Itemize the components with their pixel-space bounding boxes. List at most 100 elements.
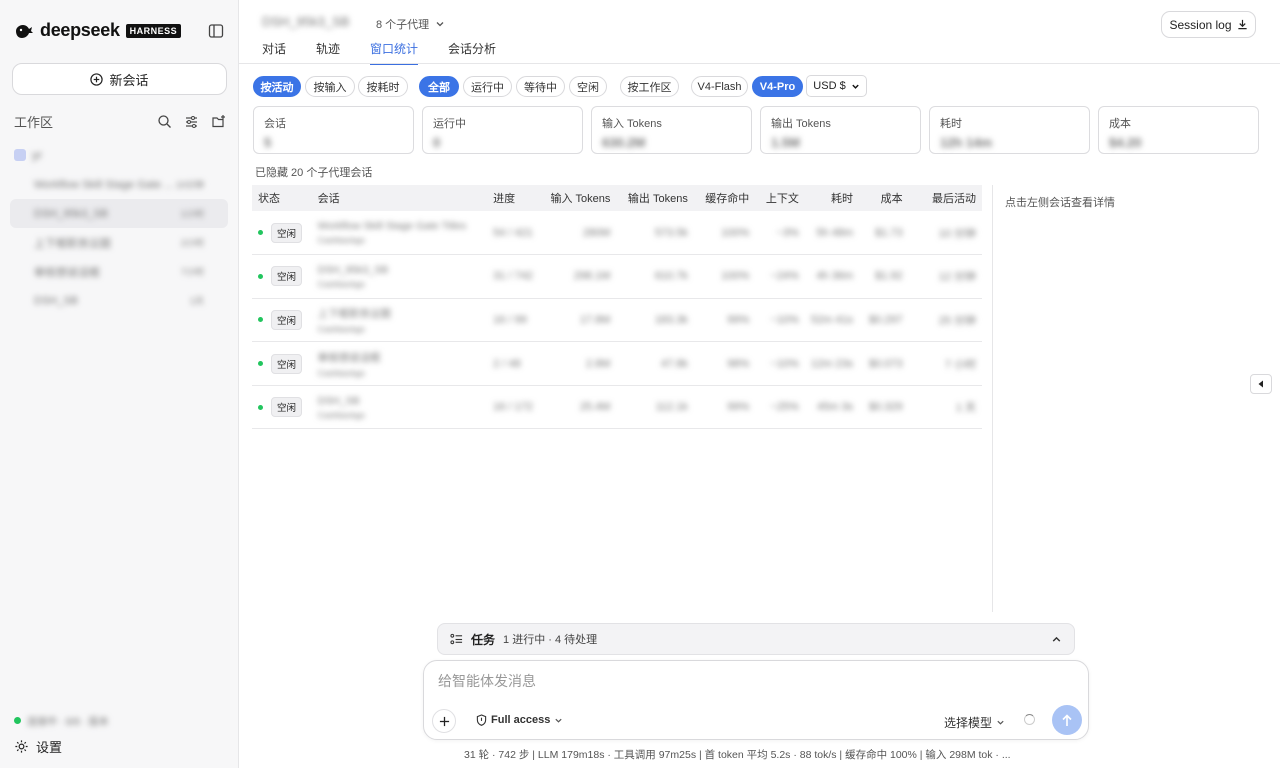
new-chat-button[interactable]: 新会话 [12, 63, 227, 95]
header-divider [239, 63, 1280, 64]
group-by-workspace-button[interactable]: 按工作区 [620, 76, 679, 97]
session-item[interactable]: 上下框职务议题 2小时 [10, 228, 228, 257]
chevron-down-icon [436, 22, 444, 27]
table-row[interactable]: 空闲 审核想说话框 Cashbackgo 2 / 48 2.8M 47.8k 98… [252, 342, 982, 386]
tab-session-analysis[interactable]: 会话分析 [448, 40, 496, 65]
sidebar-toggle-icon[interactable] [208, 23, 224, 39]
sort-by-activity-button[interactable]: 按活动 [253, 76, 301, 97]
tab-chat[interactable]: 对话 [262, 40, 286, 65]
col-cost[interactable]: 成本 [859, 185, 909, 211]
new-folder-icon[interactable] [211, 114, 226, 129]
tab-trace[interactable]: 轨迹 [316, 40, 340, 65]
filter-all-button[interactable]: 全部 [419, 76, 459, 97]
session-item[interactable]: DSH_SB 1天 [10, 286, 228, 315]
cost-cell: $1.92 [875, 270, 903, 283]
stat-card-duration: 耗时 12h 14m [929, 106, 1090, 154]
table-row[interactable]: 空闲 上下框职务议题 Cashbackgo 16 / 99 17.8M 183.3… [252, 298, 982, 342]
col-context[interactable]: 上下文 [755, 185, 805, 211]
card-value: $4.20 [1109, 135, 1142, 150]
filter-running-button[interactable]: 运行中 [463, 76, 512, 97]
session-item[interactable]: 审核想说话框 7小时 [10, 257, 228, 286]
currency-select[interactable]: USD $ [806, 75, 867, 97]
session-time: 10分钟 [175, 180, 204, 190]
session-workspace: Cashbackgo [317, 323, 365, 334]
duration-cell: 52m 41s [810, 313, 854, 326]
session-item[interactable]: DSH_95k3_SB 1小时 [10, 199, 228, 228]
model-select-dropdown[interactable]: 选择模型 [944, 714, 1005, 731]
col-progress[interactable]: 进度 [487, 185, 539, 211]
filter-waiting-button[interactable]: 等待中 [516, 76, 565, 97]
session-stats-footer: 31 轮 · 742 步 | LLM 179m18s · 工具调用 97m25s… [464, 749, 1011, 761]
model-v4-flash-button[interactable]: V4-Flash [691, 76, 748, 97]
search-icon[interactable] [157, 114, 172, 129]
session-item[interactable]: Workflow Skill Stage Gate ... 10分钟 [10, 170, 228, 199]
last-activity-cell: 10 分钟 [938, 227, 976, 240]
status-cell: 空闲 [252, 385, 312, 429]
col-status[interactable]: 状态 [252, 185, 312, 211]
status-dot [258, 404, 263, 410]
sort-by-input-button[interactable]: 按输入 [305, 76, 355, 97]
chevron-up-icon[interactable] [1051, 634, 1062, 645]
col-input-tokens[interactable]: 输入 Tokens [539, 185, 616, 211]
subagents-dropdown[interactable]: 8 个子代理 [376, 16, 445, 32]
output-tokens-cell: 610.7k [654, 270, 688, 283]
status-dot [258, 230, 263, 236]
card-label: 成本 [1109, 118, 1131, 130]
plus-circle-icon [90, 72, 104, 86]
sort-by-time-button[interactable]: 按耗时 [358, 76, 408, 97]
col-cache-hit[interactable]: 缓存命中 [694, 185, 755, 211]
settings-button[interactable]: 设置 [14, 737, 62, 756]
output-tokens-cell: 573.5k [654, 226, 688, 239]
status-badge: 空闲 [271, 309, 303, 330]
session-log-button[interactable]: Session log [1161, 11, 1256, 38]
session-workspace: Cashbackgo [317, 278, 365, 289]
filter-idle-button[interactable]: 空闲 [569, 76, 607, 97]
card-label: 耗时 [940, 118, 962, 130]
cost-cell: $0.073 [869, 357, 903, 370]
settings-label: 设置 [36, 740, 63, 755]
status-dot [258, 361, 263, 367]
table-row[interactable]: 空闲 DSH_SB Cashbackgo 16 / 172 25.4M 112.1… [252, 385, 982, 429]
session-cell: Workflow Skill Stage Gate Titles Cashback… [312, 211, 488, 255]
arrow-up-icon [1062, 713, 1072, 726]
caret-left-icon [1258, 380, 1263, 388]
status-dot [258, 273, 263, 279]
task-bar[interactable]: 任务 1 进行中 · 4 待处理 [437, 623, 1075, 655]
status-dot [14, 717, 21, 724]
table-row[interactable]: 空闲 Workflow Skill Stage Gate Titles Cashb… [252, 211, 982, 255]
access-mode-dropdown[interactable]: Full access [476, 714, 563, 726]
send-button[interactable] [1052, 705, 1082, 735]
cache-hit-cell: 99% [727, 313, 750, 326]
cost-cell: $0.297 [869, 313, 903, 326]
workspace-group[interactable]: yr [14, 146, 226, 164]
col-duration[interactable]: 耗时 [805, 185, 859, 211]
duration-cell: 12m 23s [810, 357, 854, 370]
context-cell: ~3% [776, 226, 799, 239]
table-row[interactable]: 空闲 DSH_95k3_SB Cashbackgo 31 / 742 298.1M… [252, 255, 982, 299]
group-name: yr [32, 148, 42, 162]
card-value: 0 [433, 135, 441, 150]
detail-divider [992, 185, 993, 612]
session-cell: 审核想说话框 Cashbackgo [312, 342, 488, 386]
last-activity-cell: 1 天 [955, 402, 976, 415]
filter-sliders-icon[interactable] [184, 114, 199, 129]
loading-spinner-icon [1024, 714, 1035, 725]
progress-cell: 54 / 421 [493, 226, 533, 239]
session-name: DSH_95k3_SB [34, 207, 108, 220]
col-session[interactable]: 会话 [312, 185, 488, 211]
col-output-tokens[interactable]: 输出 Tokens [616, 185, 693, 211]
connection-status-text: 连接中 · 8/8 · 版本 [27, 717, 109, 728]
cache-hit-cell: 100% [721, 270, 750, 283]
tab-window-stats[interactable]: 窗口统计 [370, 40, 419, 65]
duration-cell: 4h 36m [816, 270, 854, 283]
col-last-activity[interactable]: 最后活动 [909, 185, 982, 211]
attach-button[interactable] [432, 709, 456, 733]
model-v4-pro-button[interactable]: V4-Pro [752, 76, 803, 97]
progress-cell: 31 / 742 [493, 270, 533, 283]
session-name: Workflow Skill Stage Gate Titles [317, 220, 467, 233]
chevron-down-icon [555, 718, 562, 723]
input-tokens-cell: 280M [582, 226, 611, 239]
message-input[interactable] [438, 673, 1058, 689]
session-log-label: Session log [1169, 17, 1232, 32]
collapse-panel-button[interactable] [1250, 374, 1272, 394]
